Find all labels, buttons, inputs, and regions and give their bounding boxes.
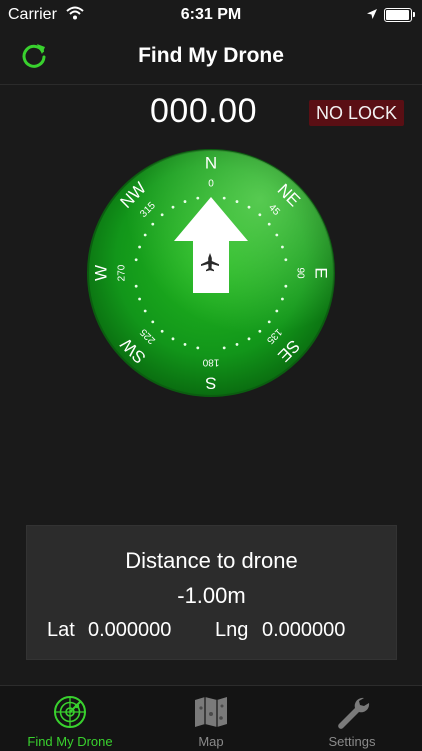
- compass-tick: [138, 297, 141, 301]
- compass-tick: [143, 309, 147, 313]
- latitude-label: Lat: [47, 619, 75, 641]
- nav-bar: Find My Drone: [0, 30, 422, 85]
- compass-cardinal-s: S: [205, 374, 216, 393]
- compass-tick: [160, 213, 164, 217]
- status-bar: Carrier 6:31 PM: [0, 0, 422, 30]
- latitude-value: 0.000000: [88, 619, 172, 641]
- compass-cardinal-n: N: [205, 154, 217, 173]
- distance-value: -1.00m: [177, 583, 246, 608]
- compass-tick: [222, 196, 226, 200]
- compass-degree-label: 90: [295, 267, 306, 279]
- compass-tick: [258, 329, 262, 333]
- compass-tick: [258, 213, 262, 217]
- wrench-icon: [334, 694, 370, 730]
- compass-tick: [143, 233, 147, 237]
- compass-tick: [151, 320, 155, 324]
- compass-tick: [222, 346, 226, 350]
- compass-tick: [267, 222, 271, 226]
- compass-tick: [247, 337, 251, 341]
- compass-tick: [171, 205, 175, 209]
- compass-tick: [134, 284, 138, 288]
- distance-label: Distance to drone: [125, 548, 298, 573]
- tab-label: Find My Drone: [27, 734, 113, 749]
- tab-map[interactable]: Map: [141, 686, 281, 751]
- compass-degree-label: 180: [202, 357, 219, 368]
- compass-tick: [196, 346, 200, 350]
- compass-degree-label: 270: [117, 264, 128, 281]
- compass: N NE E SE S SW W NW 0 45 90 135 180 225 270 315: [86, 148, 336, 398]
- longitude-label: Lng: [215, 619, 249, 641]
- lock-status-badge: NO LOCK: [308, 100, 404, 126]
- radar-icon: [52, 694, 88, 730]
- compass-tick: [281, 245, 284, 249]
- battery-icon: [384, 8, 415, 22]
- location-arrow-icon: [366, 7, 378, 25]
- compass-tick: [267, 320, 271, 324]
- longitude-value: 0.000000: [262, 619, 346, 641]
- compass-degree-label: 0: [208, 179, 214, 190]
- compass-cardinal-w: W: [92, 265, 111, 281]
- compass-cardinal-e: E: [312, 267, 331, 278]
- status-time: 6:31 PM: [180, 6, 242, 23]
- tab-label: Map: [198, 734, 224, 749]
- compass-tick: [235, 200, 239, 203]
- compass-tick: [235, 343, 239, 346]
- compass-tick: [281, 297, 284, 301]
- compass-tick: [160, 329, 164, 333]
- compass-tick: [134, 258, 138, 262]
- compass-tick: [284, 258, 288, 262]
- compass-tick: [183, 200, 187, 203]
- tab-bar: Find My Drone Map Settings: [0, 685, 422, 751]
- compass-tick: [151, 222, 155, 226]
- compass-tick: [275, 233, 279, 237]
- compass-tick: [196, 196, 200, 200]
- compass-dial: NNEESESSWWNW 04590135180225270315: [87, 149, 335, 397]
- heading-readout: 000.00: [150, 92, 257, 130]
- map-icon: [193, 694, 229, 730]
- battery-level: [386, 10, 409, 20]
- tab-label: Settings: [328, 734, 376, 749]
- compass-tick: [247, 205, 251, 209]
- compass-tick: [138, 245, 141, 249]
- distance-panel: Distance to drone -1.00m Lat 0.000000 Ln…: [26, 525, 397, 660]
- page-title: Find My Drone: [138, 44, 284, 67]
- tab-find-my-drone[interactable]: Find My Drone: [0, 686, 140, 751]
- compass-tick: [275, 309, 279, 313]
- compass-tick: [284, 284, 288, 288]
- compass-tick: [171, 337, 175, 341]
- compass-tick: [183, 343, 187, 346]
- tab-settings[interactable]: Settings: [282, 686, 422, 751]
